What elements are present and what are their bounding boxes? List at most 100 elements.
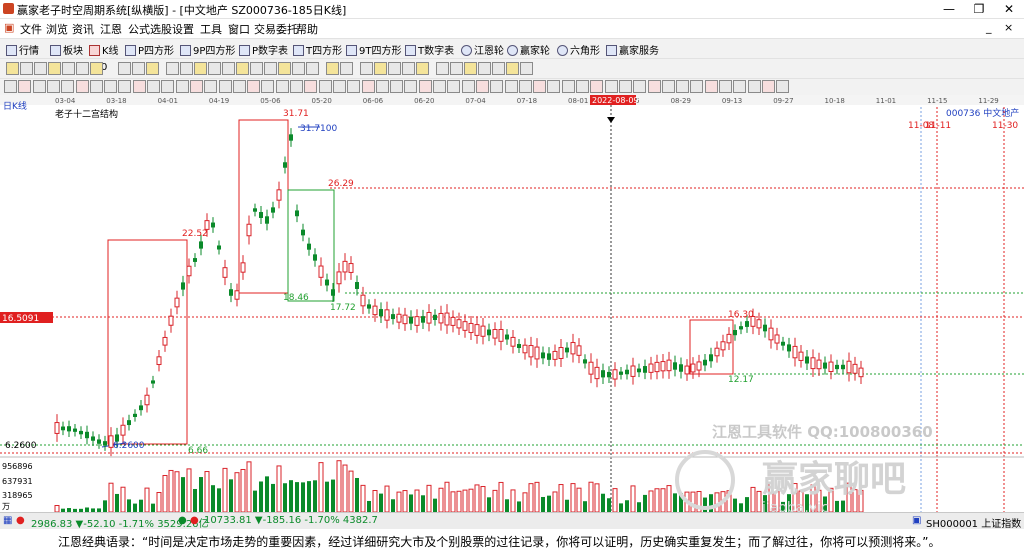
toolbar3-line-icon[interactable]: [690, 80, 704, 93]
toolbar2-tool-icon[interactable]: [340, 62, 353, 75]
tool-gann-wheel[interactable]: 江恩轮: [461, 42, 504, 57]
tool-kline[interactable]: K线: [89, 42, 119, 57]
toolbar3-line-icon[interactable]: [232, 80, 246, 93]
toolbar3-line-icon[interactable]: [547, 80, 561, 93]
toolbar2-tool-icon[interactable]: [236, 62, 249, 75]
toolbar2-tool-icon[interactable]: [264, 62, 277, 75]
toolbar2-tool-icon[interactable]: [6, 62, 19, 75]
toolbar2-tool-icon[interactable]: [34, 62, 47, 75]
kline-chart[interactable]: 03-04 03-18 04-01 04-19 05-06 05-20 06-06 06-20…: [0, 95, 1024, 516]
kline-chart-panel[interactable]: 03-04 03-18 04-01 04-19 05-06 05-20 06-06 06-20…: [0, 95, 1024, 516]
toolbar3-line-icon[interactable]: [261, 80, 275, 93]
toolbar2-tool-icon[interactable]: [306, 62, 319, 75]
tool-9t-square[interactable]: 9T四方形: [346, 42, 401, 57]
menu-settings[interactable]: 设置: [172, 21, 194, 37]
close-button[interactable]: ✕: [994, 0, 1024, 18]
toolbar3-line-icon[interactable]: [461, 80, 475, 93]
toolbar3-line-icon[interactable]: [747, 80, 761, 93]
toolbar3-line-icon[interactable]: [347, 80, 361, 93]
toolbar3-line-icon[interactable]: [418, 80, 432, 93]
restore-button[interactable]: ❐: [964, 0, 994, 18]
toolbar3-line-icon[interactable]: [647, 80, 661, 93]
toolbar2-tool-icon[interactable]: [278, 62, 291, 75]
toolbar3-line-icon[interactable]: [676, 80, 690, 93]
menu-formula[interactable]: 公式选股: [128, 21, 172, 37]
toolbar3-line-icon[interactable]: [761, 80, 775, 93]
toolbar3-line-icon[interactable]: [332, 80, 346, 93]
toolbar2-tool-icon[interactable]: [48, 62, 61, 75]
toolbar2-tool-icon[interactable]: [402, 62, 415, 75]
toolbar3-line-icon[interactable]: [75, 80, 89, 93]
toolbar2-tool-icon[interactable]: [250, 62, 263, 75]
toolbar2-tool-icon[interactable]: [478, 62, 491, 75]
toolbar2-tool-icon[interactable]: [132, 62, 145, 75]
tool-p-square[interactable]: P四方形: [125, 42, 174, 57]
toolbar3-line-icon[interactable]: [275, 80, 289, 93]
tool-p-table[interactable]: P数字表: [239, 42, 288, 57]
toolbar2-tool-icon[interactable]: [118, 62, 131, 75]
toolbar3-line-icon[interactable]: [147, 80, 160, 93]
toolbar3-line-icon[interactable]: [4, 80, 17, 93]
toolbar2-tool-icon[interactable]: [464, 62, 477, 75]
toolbar2-tool-icon[interactable]: [90, 62, 103, 75]
menu-info[interactable]: 资讯: [72, 21, 94, 37]
toolbar2-tool-icon[interactable]: [222, 62, 235, 75]
toolbar2-tool-icon[interactable]: [194, 62, 207, 75]
toolbar3-line-icon[interactable]: [218, 80, 232, 93]
mdi-minimize-button[interactable]: _: [986, 21, 992, 34]
toolbar2-tool-icon[interactable]: [436, 62, 449, 75]
toolbar3-line-icon[interactable]: [189, 80, 203, 93]
toolbar2-tool-icon[interactable]: [180, 62, 193, 75]
toolbar3-line-icon[interactable]: [118, 80, 132, 93]
toolbar3-line-icon[interactable]: [433, 80, 446, 93]
menu-window[interactable]: 窗口: [228, 21, 250, 37]
toolbar2-tool-icon[interactable]: [20, 62, 33, 75]
menu-trade[interactable]: 交易委托: [254, 21, 298, 37]
toolbar3-line-icon[interactable]: [390, 80, 404, 93]
toolbar3-line-icon[interactable]: [504, 80, 518, 93]
toolbar3-line-icon[interactable]: [447, 80, 461, 93]
tool-hexagon[interactable]: 六角形: [557, 42, 600, 57]
toolbar2-tool-icon[interactable]: [450, 62, 463, 75]
toolbar3-line-icon[interactable]: [290, 80, 303, 93]
toolbar2-tool-icon[interactable]: [416, 62, 429, 75]
toolbar3-line-icon[interactable]: [776, 80, 790, 93]
toolbar2-tool-icon[interactable]: [326, 62, 339, 75]
tool-9p-square[interactable]: 9P四方形: [180, 42, 235, 57]
toolbar2-tool-icon[interactable]: [492, 62, 505, 75]
toolbar3-line-icon[interactable]: [533, 80, 547, 93]
menu-app-icon[interactable]: ▣: [4, 21, 14, 34]
toolbar3-line-icon[interactable]: [46, 80, 60, 93]
toolbar3-line-icon[interactable]: [204, 80, 218, 93]
toolbar3-line-icon[interactable]: [89, 80, 103, 93]
menu-gann[interactable]: 江恩: [100, 21, 122, 37]
toolbar3-line-icon[interactable]: [618, 80, 632, 93]
menu-tools[interactable]: 工具: [200, 21, 222, 37]
tool-winner-wheel[interactable]: 赢家轮: [507, 42, 550, 57]
toolbar3-line-icon[interactable]: [375, 80, 389, 93]
status-sz-index[interactable]: 10733.81 ▼-185.16 -1.70% 4382.7: [204, 515, 378, 526]
toolbar3-line-icon[interactable]: [361, 80, 375, 93]
toolbar3-line-icon[interactable]: [518, 80, 532, 93]
tool-quotes[interactable]: 行情: [6, 42, 39, 57]
toolbar2-tool-icon[interactable]: [520, 62, 533, 75]
toolbar3-line-icon[interactable]: [576, 80, 589, 93]
toolbar3-line-icon[interactable]: [590, 80, 604, 93]
toolbar2-tool-icon[interactable]: [76, 62, 89, 75]
toolbar3-line-icon[interactable]: [61, 80, 75, 93]
toolbar3-line-icon[interactable]: [132, 80, 146, 93]
toolbar3-line-icon[interactable]: [704, 80, 718, 93]
menu-browse[interactable]: 浏览: [46, 21, 68, 37]
tool-t-square[interactable]: T四方形: [293, 42, 342, 57]
tool-service[interactable]: 赢家服务: [606, 42, 659, 57]
toolbar3-line-icon[interactable]: [604, 80, 618, 93]
toolbar3-line-icon[interactable]: [733, 80, 747, 93]
toolbar2-tool-icon[interactable]: [374, 62, 387, 75]
toolbar3-line-icon[interactable]: [475, 80, 489, 93]
toolbar2-tool-icon[interactable]: [166, 62, 179, 75]
menu-help[interactable]: 帮助: [296, 21, 318, 37]
tool-sectors[interactable]: 板块: [50, 42, 83, 57]
toolbar3-line-icon[interactable]: [175, 80, 189, 93]
toolbar2-tool-icon[interactable]: [506, 62, 519, 75]
toolbar3-line-icon[interactable]: [404, 80, 418, 93]
